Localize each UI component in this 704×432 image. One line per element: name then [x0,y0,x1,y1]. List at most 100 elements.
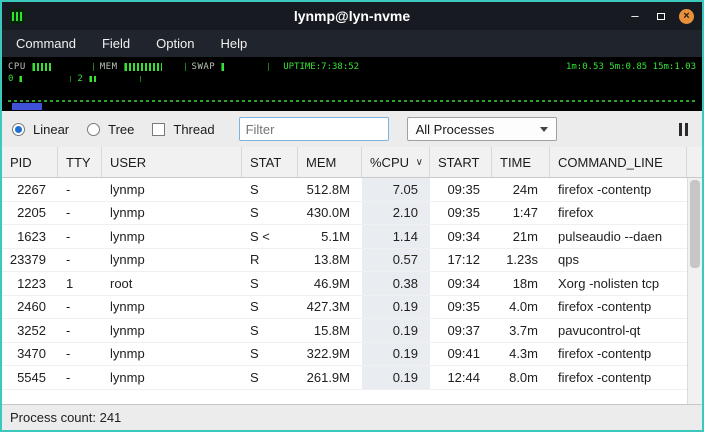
cell-command-line: qps [550,249,687,272]
process-scope-value: All Processes [416,122,495,137]
column-header-label: COMMAND_LINE [558,155,663,170]
linear-radio[interactable] [12,123,25,136]
cell-user: lynmp [102,249,242,272]
pause-button[interactable] [675,119,692,140]
table-header: PIDTTYUSERSTATMEM%CPU∨ START TIME COMMAND_L… [2,147,702,178]
cell-tty: 1 [58,272,102,295]
cell-start: 09:37 [430,319,492,342]
cell-time: 4.3m [492,343,550,366]
cell-tty: - [58,343,102,366]
system-monitor: CPU MEM SWAP UPTIME:7:38:52 1m:0.53 5m:0… [2,57,702,111]
app-icon[interactable] [10,9,25,24]
status-bar: Process count: 241 [2,404,702,430]
graph-selection-highlight[interactable] [12,103,42,110]
close-button[interactable]: × [679,9,694,24]
cell--cpu: 0.19 [362,319,430,342]
column-header-command-line[interactable]: COMMAND_LINE [550,147,687,177]
cell-start: 12:44 [430,366,492,389]
cell-time: 8.0m [492,366,550,389]
cell-user: root [102,272,242,295]
tree-radio[interactable] [87,123,100,136]
table-row[interactable]: 23379-lynmpR13.8M0.5717:121.23sqps [2,249,702,273]
cell-stat: S [242,319,298,342]
graph-baseline [8,100,696,102]
menu-option[interactable]: Option [156,36,194,51]
scrollbar-thumb[interactable] [690,180,700,268]
cell-stat: R [242,249,298,272]
table-row[interactable]: 5545-lynmpS261.9M0.1912:448.0mfirefox -c… [2,366,702,390]
cell-stat: S [242,202,298,225]
column-header-user[interactable]: USER [102,147,242,177]
cell-pid: 1223 [2,272,58,295]
menu-help[interactable]: Help [220,36,247,51]
linear-radio-label[interactable]: Linear [33,122,69,137]
table-row[interactable]: 2205-lynmpS430.0M2.1009:351:47firefox [2,202,702,226]
cell-mem: 322.9M [298,343,362,366]
process-scope-select[interactable]: All Processes [407,117,557,141]
column-header-stat[interactable]: STAT [242,147,298,177]
core1-label: 2 [77,74,82,84]
cell-mem: 427.3M [298,296,362,319]
cpu-meter [32,63,94,71]
cell-start: 09:35 [430,178,492,201]
table-row[interactable]: 12231rootS46.9M0.3809:3418mXorg -noliste… [2,272,702,296]
uptime-text: UPTIME:7:38:52 [283,62,359,72]
cell-pid: 5545 [2,366,58,389]
menu-command[interactable]: Command [16,36,76,51]
pause-icon [679,123,682,136]
minimize-button[interactable]: – [627,8,643,24]
tree-radio-label[interactable]: Tree [108,122,134,137]
column-header-start[interactable]: START [430,147,492,177]
swap-meter [221,63,269,71]
table-row[interactable]: 2460-lynmpS427.3M0.1909:354.0mfirefox -c… [2,296,702,320]
cell-pid: 23379 [2,249,58,272]
titlebar[interactable]: lynmp@lyn-nvme – × [2,2,702,30]
column-header-label: START [438,155,479,170]
core1-meter [89,76,141,82]
mem-label: MEM [100,62,118,72]
swap-label: SWAP [192,62,216,72]
column-header-pid[interactable]: PID [2,147,58,177]
menu-field[interactable]: Field [102,36,130,51]
column-header-label: TIME [500,155,531,170]
vertical-scrollbar[interactable] [687,178,702,404]
cell-pid: 2460 [2,296,58,319]
cpu-history-graph [8,86,696,110]
menubar: Command Field Option Help [2,30,702,57]
control-bar: Linear Tree Thread All Processes [2,111,702,147]
cell-command-line: pulseaudio --daen [550,225,687,248]
cell-stat: S [242,296,298,319]
table-row[interactable]: 2267-lynmpS512.8M7.0509:3524mfirefox -co… [2,178,702,202]
cell-user: lynmp [102,178,242,201]
table-row[interactable]: 1623-lynmpS <5.1M1.1409:3421mpulseaudio … [2,225,702,249]
column-header-tty[interactable]: TTY [58,147,102,177]
monitor-line1: CPU MEM SWAP UPTIME:7:38:52 1m:0.53 5m:0… [8,60,696,73]
table-row[interactable]: 3470-lynmpS322.9M0.1909:414.3mfirefox -c… [2,343,702,367]
column-header-mem[interactable]: MEM [298,147,362,177]
thread-checkbox-label[interactable]: Thread [173,122,214,137]
core0-label: 0 [8,74,13,84]
restore-icon [657,13,665,20]
cell-user: lynmp [102,296,242,319]
sort-indicator-icon: ∨ [416,157,423,168]
cell-start: 09:35 [430,296,492,319]
cell-command-line: firefox -contentp [550,343,687,366]
table-row[interactable]: 3252-lynmpS15.8M0.1909:373.7mpavucontrol… [2,319,702,343]
cell-start: 09:34 [430,225,492,248]
thread-checkbox[interactable] [152,123,165,136]
restore-button[interactable] [653,8,669,24]
cell-user: lynmp [102,202,242,225]
column-header-time[interactable]: TIME [492,147,550,177]
cell-pid: 2267 [2,178,58,201]
cell-start: 09:41 [430,343,492,366]
pause-icon [685,123,688,136]
cell-stat: S [242,366,298,389]
cell-stat: S [242,272,298,295]
cell-tty: - [58,249,102,272]
window-buttons: – × [627,8,694,24]
app-window: lynmp@lyn-nvme – × Command Field Option … [0,0,704,432]
column-header--cpu[interactable]: %CPU∨ [362,147,430,177]
cell--cpu: 0.19 [362,366,430,389]
filter-input[interactable] [239,117,389,141]
cell-mem: 46.9M [298,272,362,295]
